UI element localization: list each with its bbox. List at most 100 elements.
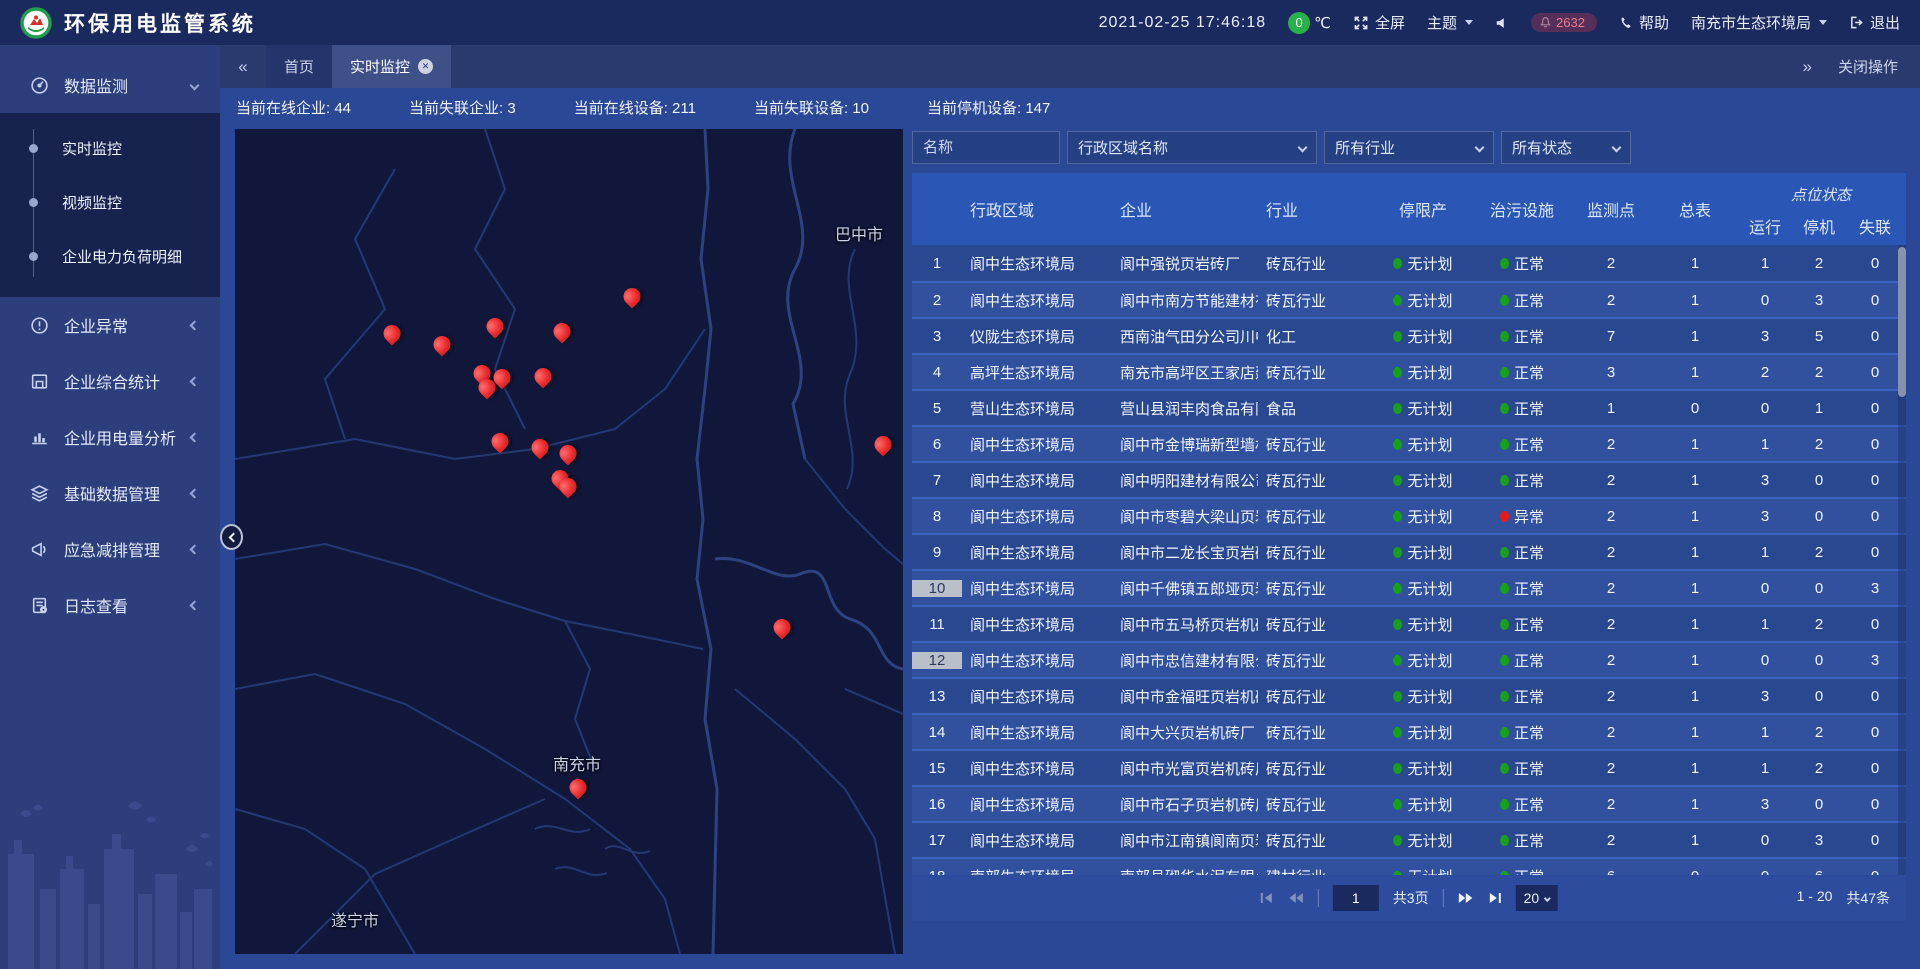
facility-status-text: 正常 — [1514, 722, 1544, 743]
table-row[interactable]: 9阆中生态环境局阆中市二龙长宝页岩砖砖瓦行业无计划正常21120 — [912, 533, 1906, 569]
tabs-scroll-left-button[interactable]: « — [220, 45, 266, 88]
map-panel[interactable]: 巴中市南充市遂宁市 — [235, 129, 903, 954]
table-row[interactable]: 11阆中生态环境局阆中市五马桥页岩机砖砖瓦行业无计划正常21120 — [912, 605, 1906, 641]
limit-status-text: 无计划 — [1407, 794, 1452, 815]
help-button[interactable]: 帮助 — [1619, 12, 1669, 33]
sidebar-item-base-data[interactable]: 基础数据管理 — [0, 465, 220, 521]
table-row[interactable]: 4高坪生态环境局南充市高坪区王家店建砖瓦行业无计划正常31220 — [912, 353, 1906, 389]
table-row[interactable]: 16阆中生态环境局阆中市石子页岩机砖厂砖瓦行业无计划正常21300 — [912, 785, 1906, 821]
sidebar-subitem-power-load[interactable]: 企业电力负荷明细 — [0, 229, 220, 283]
cell-stopped: 2 — [1792, 724, 1846, 741]
pagination-bar: 共3页 20 — [912, 875, 1906, 921]
page-size-select[interactable]: 20 — [1516, 885, 1559, 911]
facility-status-text: 正常 — [1514, 434, 1544, 455]
theme-menu-button[interactable]: 主题 — [1427, 12, 1473, 33]
tab-home[interactable]: 首页 — [266, 45, 332, 88]
notification-badge[interactable]: 2632 — [1531, 13, 1597, 32]
facility-status-text: 正常 — [1514, 614, 1544, 635]
table-row[interactable]: 10阆中生态环境局阆中千佛镇五郎垭页岩砖瓦行业无计划正常21003 — [912, 569, 1906, 605]
cell-index: 17 — [912, 832, 962, 849]
sidebar-collapse-handle[interactable] — [220, 524, 243, 550]
status-select[interactable]: 所有状态 — [1501, 131, 1631, 164]
cell-facility-status: 正常 — [1474, 253, 1570, 274]
cell-stopped: 0 — [1792, 652, 1846, 669]
table-row[interactable]: 12阆中生态环境局阆中市忠信建材有限公砖瓦行业无计划正常21003 — [912, 641, 1906, 677]
cell-stopped: 2 — [1792, 436, 1846, 453]
page-number-input[interactable] — [1333, 885, 1379, 911]
cell-monitor-points: 7 — [1570, 328, 1652, 345]
status-dot-icon — [1500, 547, 1509, 558]
cell-running: 1 — [1738, 544, 1792, 561]
cell-company: 阆中市金福旺页岩机砖 — [1112, 686, 1258, 707]
status-dot-icon — [1393, 295, 1402, 306]
first-page-button[interactable] — [1260, 892, 1274, 904]
cell-total-meters: 1 — [1652, 580, 1738, 597]
prev-page-button[interactable] — [1288, 892, 1304, 904]
name-input[interactable] — [923, 139, 1049, 156]
status-dot-icon — [1500, 439, 1509, 450]
cell-offline: 0 — [1846, 472, 1904, 489]
close-operations-button[interactable]: 关闭操作 — [1838, 56, 1898, 77]
table-row[interactable]: 13阆中生态环境局阆中市金福旺页岩机砖砖瓦行业无计划正常21300 — [912, 677, 1906, 713]
cell-stopped: 0 — [1792, 688, 1846, 705]
chevron-down-icon — [1465, 20, 1473, 25]
stat-item: 当前失联企业: 3 — [409, 97, 516, 118]
cell-offline: 0 — [1846, 796, 1904, 813]
cell-monitor-points: 2 — [1570, 832, 1652, 849]
sidebar-item-data-monitor[interactable]: 数据监测 — [0, 57, 220, 113]
table-row[interactable]: 14阆中生态环境局阆中大兴页岩机砖厂砖瓦行业无计划正常21120 — [912, 713, 1906, 749]
datetime-text: 2021-02-25 17:46:18 — [1099, 14, 1267, 32]
status-dot-icon — [1500, 691, 1509, 702]
table-row[interactable]: 17阆中生态环境局阆中市江南镇阆南页岩砖瓦行业无计划正常21030 — [912, 821, 1906, 857]
sidebar-subitem-video[interactable]: 视频监控 — [0, 175, 220, 229]
last-page-button[interactable] — [1488, 892, 1502, 904]
sidebar-item-power-analysis[interactable]: 企业用电量分析 — [0, 409, 220, 465]
cell-company: 阆中市五马桥页岩机砖 — [1112, 614, 1258, 635]
table-row[interactable]: 8阆中生态环境局阆中市枣碧大梁山页岩砖瓦行业无计划异常21300 — [912, 497, 1906, 533]
table-row[interactable]: 6阆中生态环境局阆中市金博瑞新型墙材砖瓦行业无计划正常21120 — [912, 425, 1906, 461]
industry-select[interactable]: 所有行业 — [1324, 131, 1494, 164]
table-row[interactable]: 3仪陇生态环境局西南油气田分公司川中化工无计划正常71350 — [912, 317, 1906, 353]
table-row[interactable]: 18南部生态环境局南部县砌华水泥有限公建材行业无计划正常60060 — [912, 857, 1906, 875]
logout-button[interactable]: 退出 — [1849, 12, 1900, 33]
cell-monitor-points: 2 — [1570, 760, 1652, 777]
tabs-scroll-right-button[interactable]: » — [1803, 57, 1812, 77]
stats-bar: 当前在线企业: 44当前失联企业: 3当前在线设备: 211当前失联设备: 10… — [220, 88, 1920, 126]
limit-status-text: 无计划 — [1407, 578, 1452, 599]
table-row[interactable]: 1阆中生态环境局阆中强锐页岩砖厂砖瓦行业无计划正常21120 — [912, 245, 1906, 281]
cell-limit-status: 无计划 — [1372, 758, 1474, 779]
status-dot-icon — [1500, 583, 1509, 594]
sidebar-item-enterprise-abnormal[interactable]: 企业异常 — [0, 297, 220, 353]
scrollbar-thumb[interactable] — [1898, 247, 1906, 397]
sidebar-subitem-realtime[interactable]: 实时监控 — [0, 121, 220, 175]
sidebar-item-logs[interactable]: 日志查看 — [0, 577, 220, 633]
sidebar-item-enterprise-stats[interactable]: 企业综合统计 — [0, 353, 220, 409]
cell-stopped: 0 — [1792, 796, 1846, 813]
cell-stopped: 0 — [1792, 508, 1846, 525]
table-row[interactable]: 5营山生态环境局营山县润丰肉食品有限食品无计划正常10010 — [912, 389, 1906, 425]
cell-monitor-points: 2 — [1570, 724, 1652, 741]
fullscreen-button[interactable]: 全屏 — [1353, 12, 1405, 33]
table-row[interactable]: 7阆中生态环境局阆中明阳建材有限公司砖瓦行业无计划正常21300 — [912, 461, 1906, 497]
cell-monitor-points: 2 — [1570, 796, 1652, 813]
sidebar-item-emergency[interactable]: 应急减排管理 — [0, 521, 220, 577]
table-row[interactable]: 15阆中生态环境局阆中市光富页岩机砖厂砖瓦行业无计划正常21120 — [912, 749, 1906, 785]
cell-company: 南部县砌华水泥有限公 — [1112, 866, 1258, 876]
cell-region: 阆中生态环境局 — [962, 542, 1112, 563]
next-page-button[interactable] — [1458, 892, 1474, 904]
table-scrollbar[interactable] — [1898, 245, 1906, 875]
fullscreen-icon — [1353, 15, 1369, 31]
cell-offline: 0 — [1846, 400, 1904, 417]
org-menu-button[interactable]: 南充市生态环境局 — [1691, 12, 1827, 33]
cell-region: 阆中生态环境局 — [962, 578, 1112, 599]
table-row[interactable]: 2阆中生态环境局阆中市南方节能建材有砖瓦行业无计划正常21030 — [912, 281, 1906, 317]
cell-index: 16 — [912, 796, 962, 813]
close-icon[interactable]: ✕ — [418, 59, 433, 74]
column-header: 治污设施 — [1474, 173, 1570, 245]
cell-stopped: 2 — [1792, 616, 1846, 633]
tab-realtime-monitor[interactable]: 实时监控 ✕ — [332, 45, 451, 88]
status-dot-icon — [1393, 619, 1402, 630]
name-filter[interactable] — [912, 131, 1060, 164]
region-select[interactable]: 行政区域名称 — [1067, 131, 1317, 164]
sound-mute-button[interactable] — [1495, 16, 1509, 30]
